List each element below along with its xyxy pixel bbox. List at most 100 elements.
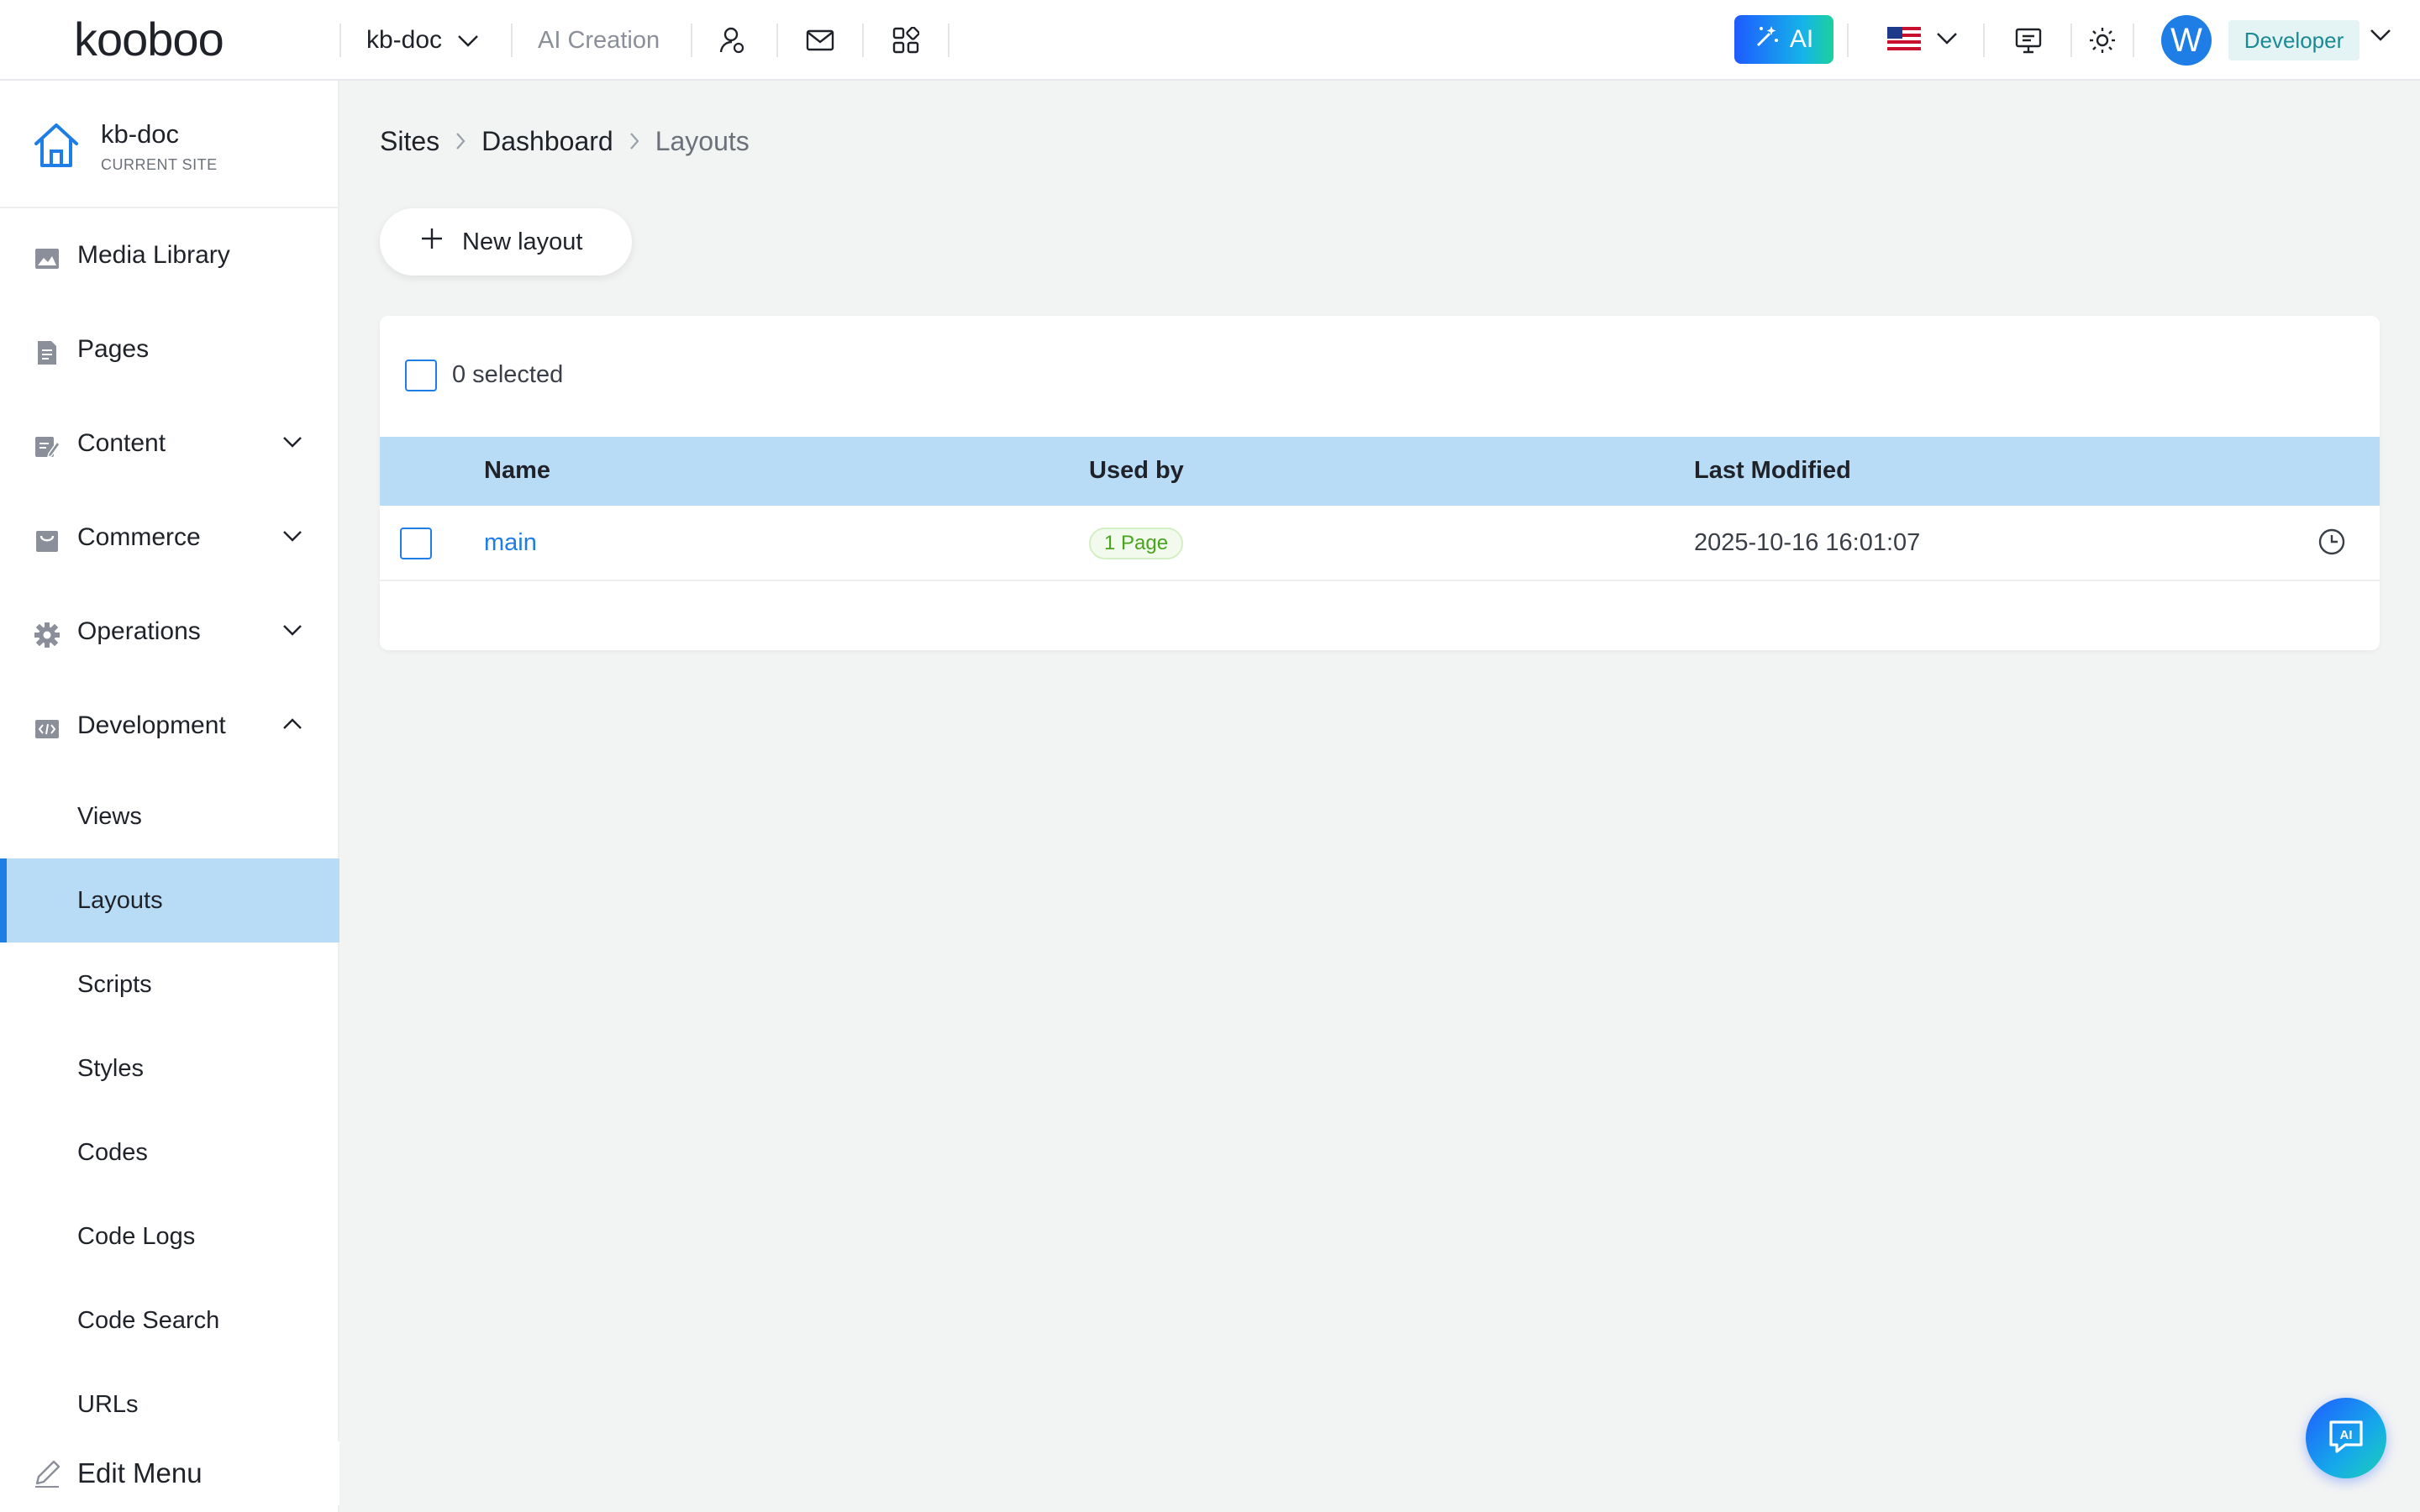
- breadcrumb-sites[interactable]: Sites: [380, 126, 439, 157]
- sidebar-subitem-code-logs[interactable]: Code Logs: [0, 1194, 339, 1278]
- sidebar-item-content[interactable]: Content: [0, 402, 339, 486]
- store-icon: [34, 528, 60, 554]
- new-layout-label: New layout: [462, 228, 583, 255]
- divider: [511, 24, 513, 57]
- sidebar-item-media-library[interactable]: Media Library: [0, 213, 339, 297]
- sidebar-item-label: Pages: [77, 335, 150, 363]
- selection-bar: 0 selected: [380, 316, 2380, 437]
- sidebar-item-label: Operations: [77, 617, 201, 645]
- sidebar-subitem-layouts[interactable]: Layouts: [0, 858, 339, 942]
- sidebar-subitem-label: Layouts: [77, 886, 163, 914]
- chevron-up-icon: [282, 717, 302, 735]
- sidebar-item-commerce[interactable]: Commerce: [0, 496, 339, 580]
- language-selector[interactable]: [1887, 22, 1958, 59]
- ai-button-label: AI: [1789, 25, 1814, 53]
- divider: [862, 24, 864, 57]
- chat-ai-icon: AI: [2325, 1415, 2367, 1462]
- plus-icon: [420, 227, 444, 257]
- table-row: main 1 Page 2025-10-16 16:01:07: [380, 506, 2380, 581]
- column-header-last-modified[interactable]: Last Modified: [1694, 457, 1851, 485]
- chevron-down-icon: [282, 529, 302, 547]
- chevron-down-icon: [282, 435, 302, 453]
- chevron-down-icon: [457, 26, 479, 55]
- sidebar-item-label: Content: [77, 429, 166, 457]
- top-bar: kooboo kb-doc AI Creation AI W Developer: [0, 0, 2420, 81]
- divider: [339, 24, 341, 57]
- column-header-name[interactable]: Name: [484, 457, 550, 485]
- divider: [691, 24, 692, 57]
- pencil-icon: [32, 1458, 62, 1493]
- sidebar-item-operations[interactable]: Operations: [0, 590, 339, 674]
- chevron-right-icon: [629, 131, 640, 151]
- sun-theme-icon[interactable]: [2084, 22, 2121, 59]
- sidebar-item-label: Commerce: [77, 523, 201, 551]
- apps-grid-icon[interactable]: [887, 22, 924, 59]
- us-flag-icon: [1887, 26, 1921, 55]
- sidebar-subitem-scripts[interactable]: Scripts: [0, 942, 339, 1026]
- table-header: Name Used by Last Modified: [380, 437, 2380, 506]
- ai-chat-button[interactable]: AI: [2306, 1398, 2386, 1478]
- sidebar-item-pages[interactable]: Pages: [0, 307, 339, 391]
- breadcrumb-dashboard[interactable]: Dashboard: [481, 126, 613, 157]
- sidebar-subitem-label: Code Logs: [77, 1222, 196, 1250]
- user-avatar[interactable]: W: [2161, 15, 2212, 66]
- sidebar-subitem-urls[interactable]: URLs: [0, 1362, 339, 1446]
- chevron-right-icon: [455, 131, 466, 151]
- presentation-icon[interactable]: [2010, 22, 2047, 59]
- current-site-name: kb-doc: [101, 119, 180, 149]
- sidebar-subitem-label: Code Search: [77, 1306, 220, 1334]
- sidebar-item-development[interactable]: Development: [0, 684, 339, 768]
- magic-wand-icon: [1754, 24, 1780, 55]
- code-icon: [34, 716, 60, 743]
- svg-text:kooboo: kooboo: [74, 15, 224, 66]
- sidebar-subitem-code-search[interactable]: Code Search: [0, 1278, 339, 1362]
- divider: [2133, 24, 2134, 57]
- column-header-used-by[interactable]: Used by: [1089, 457, 1184, 485]
- sidebar-subitem-label: Styles: [77, 1054, 144, 1082]
- divider: [1847, 24, 1849, 57]
- sidebar-item-label: Media Library: [77, 241, 230, 269]
- gear-icon: [34, 622, 60, 648]
- kooboo-logo[interactable]: kooboo: [74, 15, 276, 66]
- divider: [776, 24, 778, 57]
- home-icon: [32, 121, 81, 174]
- edit-icon: [34, 433, 60, 460]
- mail-icon[interactable]: [802, 22, 839, 59]
- sidebar: kb-doc CURRENT SITE Media Library Pages …: [0, 81, 339, 1512]
- document-icon: [34, 339, 60, 366]
- ai-button[interactable]: AI: [1734, 15, 1833, 64]
- svg-text:AI: AI: [2340, 1428, 2353, 1442]
- chevron-down-icon: [1936, 32, 1958, 50]
- row-checkbox[interactable]: [400, 528, 432, 559]
- sidebar-subitem-label: Scripts: [77, 970, 152, 998]
- current-site-caption: CURRENT SITE: [101, 156, 218, 173]
- breadcrumb-current: Layouts: [655, 125, 750, 156]
- divider: [948, 24, 950, 57]
- chevron-down-icon: [282, 623, 302, 641]
- current-site-card[interactable]: kb-doc CURRENT SITE: [0, 81, 339, 208]
- select-all-checkbox[interactable]: [405, 360, 437, 391]
- site-switcher[interactable]: kb-doc: [366, 24, 479, 57]
- divider: [2070, 24, 2072, 57]
- sidebar-item-label: Development: [77, 711, 226, 739]
- edit-menu-label: Edit Menu: [77, 1457, 203, 1488]
- layout-name-link[interactable]: main: [484, 529, 537, 557]
- ai-creation-link[interactable]: AI Creation: [538, 24, 660, 57]
- sidebar-subitem-views[interactable]: Views: [0, 774, 339, 858]
- layouts-table-panel: 0 selected Name Used by Last Modified ma…: [380, 316, 2380, 650]
- selected-count: 0 selected: [452, 361, 564, 388]
- used-by-tag[interactable]: 1 Page: [1089, 528, 1184, 559]
- edit-menu-button[interactable]: Edit Menu: [0, 1441, 339, 1505]
- divider: [1983, 24, 1985, 57]
- history-clock-icon[interactable]: [2317, 528, 2346, 560]
- new-layout-button[interactable]: New layout: [380, 208, 632, 276]
- role-badge[interactable]: Developer: [2228, 20, 2360, 60]
- chevron-down-icon[interactable]: [2370, 29, 2391, 46]
- last-modified-value: 2025-10-16 16:01:07: [1694, 529, 1921, 556]
- sidebar-subitem-styles[interactable]: Styles: [0, 1026, 339, 1110]
- image-icon: [34, 245, 60, 272]
- sidebar-subitem-label: Views: [77, 802, 142, 830]
- site-switcher-label: kb-doc: [366, 26, 443, 54]
- user-settings-icon[interactable]: [714, 22, 751, 59]
- sidebar-subitem-codes[interactable]: Codes: [0, 1110, 339, 1194]
